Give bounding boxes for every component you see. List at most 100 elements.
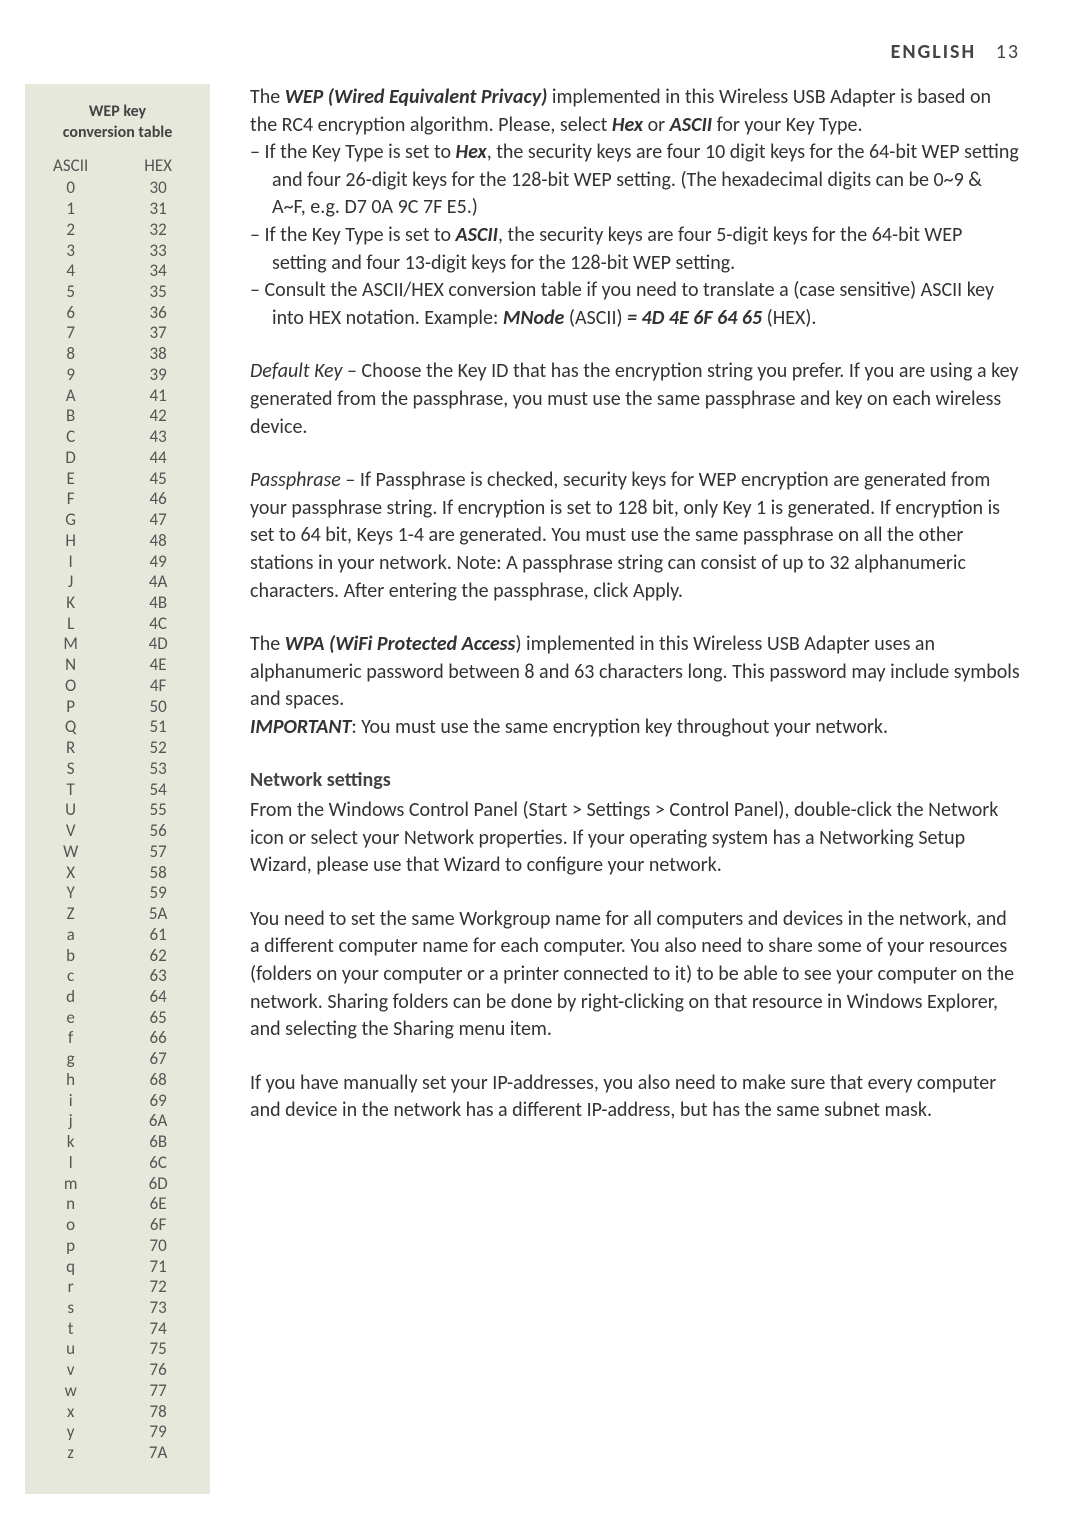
table-cell-hex: 36	[144, 303, 172, 324]
table-cell-ascii: w	[53, 1381, 88, 1402]
table-cell-ascii: Q	[53, 717, 88, 738]
table-cell-ascii: Y	[53, 883, 88, 904]
table-cell-hex: 43	[144, 427, 172, 448]
table-cell-hex: 58	[144, 863, 172, 884]
table-cell-hex: 31	[144, 199, 172, 220]
table-cell-hex: 4F	[144, 676, 172, 697]
table-cell-hex: 34	[144, 261, 172, 282]
table-cell-hex: 32	[144, 220, 172, 241]
table-cell-ascii: x	[53, 1402, 88, 1423]
sidebar-title: WEP key conversion table	[39, 102, 196, 144]
table-cell-hex: 73	[144, 1298, 172, 1319]
sidebar-title-line2: conversion table	[63, 123, 173, 142]
table-cell-hex: 47	[144, 510, 172, 531]
table-cell-hex: 78	[144, 1402, 172, 1423]
table-cell-ascii: u	[53, 1339, 88, 1360]
table-cell-ascii: R	[53, 738, 88, 759]
table-cell-ascii: U	[53, 800, 88, 821]
table-cell-ascii: B	[53, 406, 88, 427]
table-cell-hex: 4C	[144, 614, 172, 635]
table-cell-ascii: O	[53, 676, 88, 697]
table-cell-ascii: K	[53, 593, 88, 614]
table-cell-ascii: b	[53, 946, 88, 967]
table-cell-hex: 6E	[144, 1194, 172, 1215]
hex-column: HEX 303132333435363738394142434445464748…	[144, 156, 172, 1464]
wpa-term: WPA (WiFi Protected Access	[285, 632, 516, 656]
table-cell-hex: 51	[144, 717, 172, 738]
table-cell-ascii: f	[53, 1028, 88, 1049]
table-cell-ascii: a	[53, 925, 88, 946]
table-cell-hex: 7A	[144, 1443, 172, 1464]
ascii-column: ASCII 0123456789ABCDEFGHIJKLMNOPQRSTUVWX…	[53, 156, 88, 1464]
table-cell-hex: 72	[144, 1277, 172, 1298]
table-cell-hex: 55	[144, 800, 172, 821]
table-cell-ascii: z	[53, 1443, 88, 1464]
table-cell-ascii: 6	[53, 303, 88, 324]
table-cell-ascii: 5	[53, 282, 88, 303]
wep-intro-para: The WEP (Wired Equivalent Privacy) imple…	[250, 84, 1020, 139]
table-cell-ascii: E	[53, 469, 88, 490]
table-cell-hex: 66	[144, 1028, 172, 1049]
table-cell-hex: 75	[144, 1339, 172, 1360]
table-cell-hex: 64	[144, 987, 172, 1008]
network-settings-heading: Network settings	[250, 767, 1020, 795]
table-cell-hex: 6A	[144, 1111, 172, 1132]
table-cell-hex: 4A	[144, 572, 172, 593]
table-cell-ascii: 7	[53, 323, 88, 344]
wep-conversion-sidebar: WEP key conversion table ASCII 012345678…	[25, 84, 210, 1494]
table-cell-ascii: W	[53, 842, 88, 863]
table-cell-ascii: d	[53, 987, 88, 1008]
table-cell-ascii: Z	[53, 904, 88, 925]
table-cell-ascii: h	[53, 1070, 88, 1091]
table-cell-ascii: l	[53, 1153, 88, 1174]
table-cell-hex: 71	[144, 1257, 172, 1278]
table-cell-hex: 59	[144, 883, 172, 904]
table-cell-ascii: D	[53, 448, 88, 469]
ascii-term: ASCII	[670, 113, 712, 137]
ascii-col-head: ASCII	[53, 156, 88, 177]
table-cell-ascii: 2	[53, 220, 88, 241]
table-cell-hex: 4B	[144, 593, 172, 614]
network-settings-para3: If you have manually set your IP-address…	[250, 1070, 1020, 1125]
conversion-table: ASCII 0123456789ABCDEFGHIJKLMNOPQRSTUVWX…	[39, 156, 196, 1464]
table-cell-hex: 4D	[144, 634, 172, 655]
table-cell-hex: 6C	[144, 1153, 172, 1174]
table-cell-hex: 76	[144, 1360, 172, 1381]
table-cell-ascii: 9	[53, 365, 88, 386]
table-cell-ascii: S	[53, 759, 88, 780]
table-cell-hex: 54	[144, 780, 172, 801]
table-cell-hex: 49	[144, 552, 172, 573]
table-cell-ascii: n	[53, 1194, 88, 1215]
hex-term: Hex	[612, 113, 643, 137]
table-cell-ascii: C	[53, 427, 88, 448]
wep-term: WEP (Wired Equivalent Privacy)	[285, 85, 548, 109]
table-cell-ascii: p	[53, 1236, 88, 1257]
table-cell-hex: 44	[144, 448, 172, 469]
table-cell-ascii: H	[53, 531, 88, 552]
table-cell-ascii: P	[53, 697, 88, 718]
table-cell-ascii: g	[53, 1049, 88, 1070]
table-cell-hex: 61	[144, 925, 172, 946]
table-cell-hex: 68	[144, 1070, 172, 1091]
table-cell-hex: 67	[144, 1049, 172, 1070]
table-cell-hex: 41	[144, 386, 172, 407]
table-cell-hex: 52	[144, 738, 172, 759]
passphrase-para: Passphrase – If Passphrase is checked, s…	[250, 467, 1020, 605]
network-settings-para2: You need to set the same Workgroup name …	[250, 906, 1020, 1044]
table-cell-ascii: I	[53, 552, 88, 573]
passphrase-term: Passphrase	[250, 468, 341, 492]
table-cell-hex: 6B	[144, 1132, 172, 1153]
table-cell-hex: 74	[144, 1319, 172, 1340]
table-cell-hex: 69	[144, 1091, 172, 1112]
table-cell-hex: 79	[144, 1422, 172, 1443]
table-cell-hex: 42	[144, 406, 172, 427]
header-page-number: 13	[996, 40, 1020, 64]
table-cell-hex: 46	[144, 489, 172, 510]
table-cell-ascii: o	[53, 1215, 88, 1236]
table-cell-ascii: 3	[53, 241, 88, 262]
table-cell-ascii: q	[53, 1257, 88, 1278]
table-cell-ascii: T	[53, 780, 88, 801]
table-cell-hex: 50	[144, 697, 172, 718]
table-cell-ascii: F	[53, 489, 88, 510]
table-cell-ascii: t	[53, 1319, 88, 1340]
